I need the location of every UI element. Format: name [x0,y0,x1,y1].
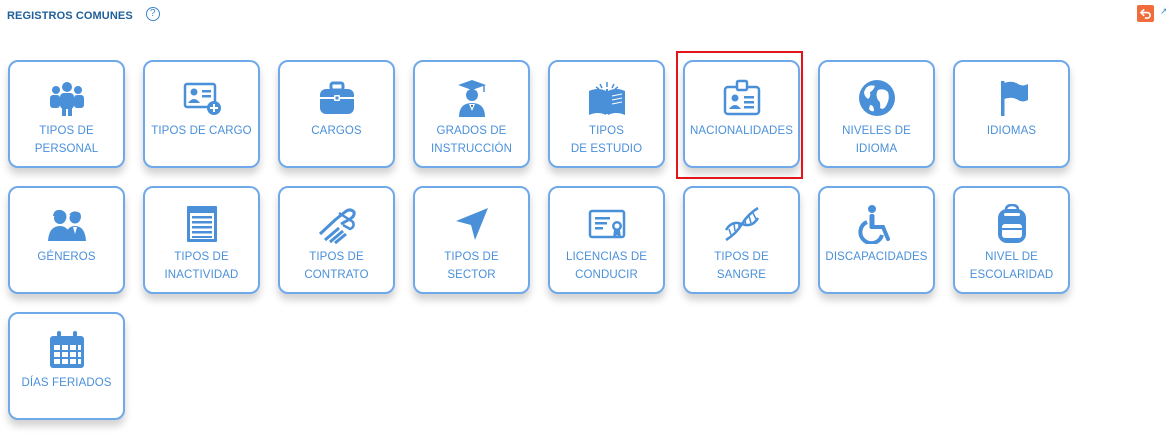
tile-tipos-de-personal[interactable]: TIPOS DE PERSONAL [8,60,125,168]
tile-nivel-de-escolaridad[interactable]: NIVEL DE ESCOLARIDAD [953,186,1070,294]
tile-tipos-de-sangre[interactable]: TIPOS DE SANGRE [683,186,800,294]
tile-label: GÉNEROS [12,248,121,266]
location-arrow-icon [415,204,528,244]
certificate-icon [550,204,663,244]
tile-dias-feriados[interactable]: DÍAS FERIADOS [8,312,125,420]
tile-niveles-de-idioma[interactable]: NIVELES DE IDIOMA [818,60,935,168]
tile-tipos-de-contrato[interactable]: TIPOS DE CONTRATO [278,186,395,294]
backpack-icon [955,204,1068,244]
document-list-icon [145,204,258,244]
tile-label-line: SANGRE [716,269,767,281]
tile-label-line: CONTRATO [304,269,369,281]
tile-tipos-de-cargo[interactable]: TIPOS DE CARGO [143,60,260,168]
tile-label-line: DISCAPACIDADES [825,251,928,263]
tile-label-line: SECTOR [447,269,496,281]
tile-label-line: TIPOS [588,125,624,137]
tile-grados-de-instruccion[interactable]: GRADOS DE INSTRUCCIÓN [413,60,530,168]
tile-label-line: TIPOS DE [444,251,499,263]
tile-label: TIPOS DE CONTRATO [282,248,391,284]
group-icon [10,78,123,118]
tile-label: TIPOS DE CARGO [147,122,256,140]
handshake-icon [280,204,393,244]
tile-label-line: IDIOMA [855,143,898,155]
tile-label: TIPOS DE INACTIVIDAD [147,248,256,284]
tile-label-line: NIVELES DE [842,125,911,137]
tile-label: TIPOS DE SANGRE [687,248,796,284]
back-button[interactable] [1137,5,1154,22]
flag-icon [955,78,1068,118]
tile-label: NIVEL DE ESCOLARIDAD [957,248,1066,284]
tile-label-line: ESCOLARIDAD [969,269,1054,281]
tile-discapacidades[interactable]: DISCAPACIDADES [818,186,935,294]
id-badge-icon [685,78,798,118]
tile-label-line: NACIONALIDADES [689,125,793,137]
tile-label-line: TIPOS DE [174,251,229,263]
wheelchair-icon [820,204,933,244]
tile-label: NIVELES DE IDIOMA [822,122,931,158]
tile-label-line: LICENCIAS DE [565,251,648,263]
tile-label-line: DE ESTUDIO [570,143,643,155]
tile-label-line: IDIOMAS [986,125,1037,137]
tile-tipos-de-inactividad[interactable]: TIPOS DE INACTIVIDAD [143,186,260,294]
tile-label-line: GRADOS DE [436,125,507,137]
id-card-add-icon [145,78,258,118]
tile-cargos[interactable]: CARGOS [278,60,395,168]
tile-label-line: PERSONAL [34,143,99,155]
people-icon [10,204,123,244]
tile-label: IDIOMAS [957,122,1066,140]
corner-arrow-icon[interactable]: ↗ [1160,6,1166,17]
tile-tipos-de-sector[interactable]: TIPOS DE SECTOR [413,186,530,294]
open-book-icon [550,78,663,118]
tile-nacionalidades[interactable]: NACIONALIDADES [683,60,800,168]
tile-label-line: DÍAS FERIADOS [21,377,112,389]
tile-label: NACIONALIDADES [687,122,796,140]
tile-label: GRADOS DE INSTRUCCIÓN [417,122,526,158]
tile-label: DISCAPACIDADES [822,248,931,266]
tile-tipos-de-estudio[interactable]: TIPOS DE ESTUDIO [548,60,665,168]
tile-label-line: INSTRUCCIÓN [431,143,512,155]
graduate-icon [415,78,528,118]
tile-label-line: NIVEL DE [985,251,1038,263]
tile-label: TIPOS DE ESTUDIO [552,122,661,158]
calendar-icon [10,330,123,370]
tile-label: TIPOS DE SECTOR [417,248,526,284]
tile-licencias-de-conducir[interactable]: LICENCIAS DE CONDUCIR [548,186,665,294]
tile-label: CARGOS [282,122,391,140]
tile-idiomas[interactable]: IDIOMAS [953,60,1070,168]
tile-label-line: TIPOS DE CARGO [151,125,252,137]
tile-label: TIPOS DE PERSONAL [12,122,121,158]
tile-label: LICENCIAS DE CONDUCIR [552,248,661,284]
help-icon[interactable]: ? [145,7,160,21]
tile-label: DÍAS FERIADOS [12,374,121,392]
dna-icon [685,204,798,244]
tile-generos[interactable]: GÉNEROS [8,186,125,294]
globe-icon [820,78,933,118]
briefcase-icon [280,78,393,118]
page-header: REGISTROS COMUNES ? [7,6,160,26]
tile-label-line: TIPOS DE [39,125,94,137]
tile-label-line: TIPOS DE [309,251,364,263]
undo-arrow-icon [1140,9,1151,19]
page-title: REGISTROS COMUNES [7,10,133,22]
tile-label-line: GÉNEROS [37,251,96,263]
tile-label-line: INACTIVIDAD [164,269,239,281]
tile-label-line: CONDUCIR [575,269,638,281]
tile-label-line: TIPOS DE [714,251,769,263]
tile-label-line: CARGOS [311,125,362,137]
